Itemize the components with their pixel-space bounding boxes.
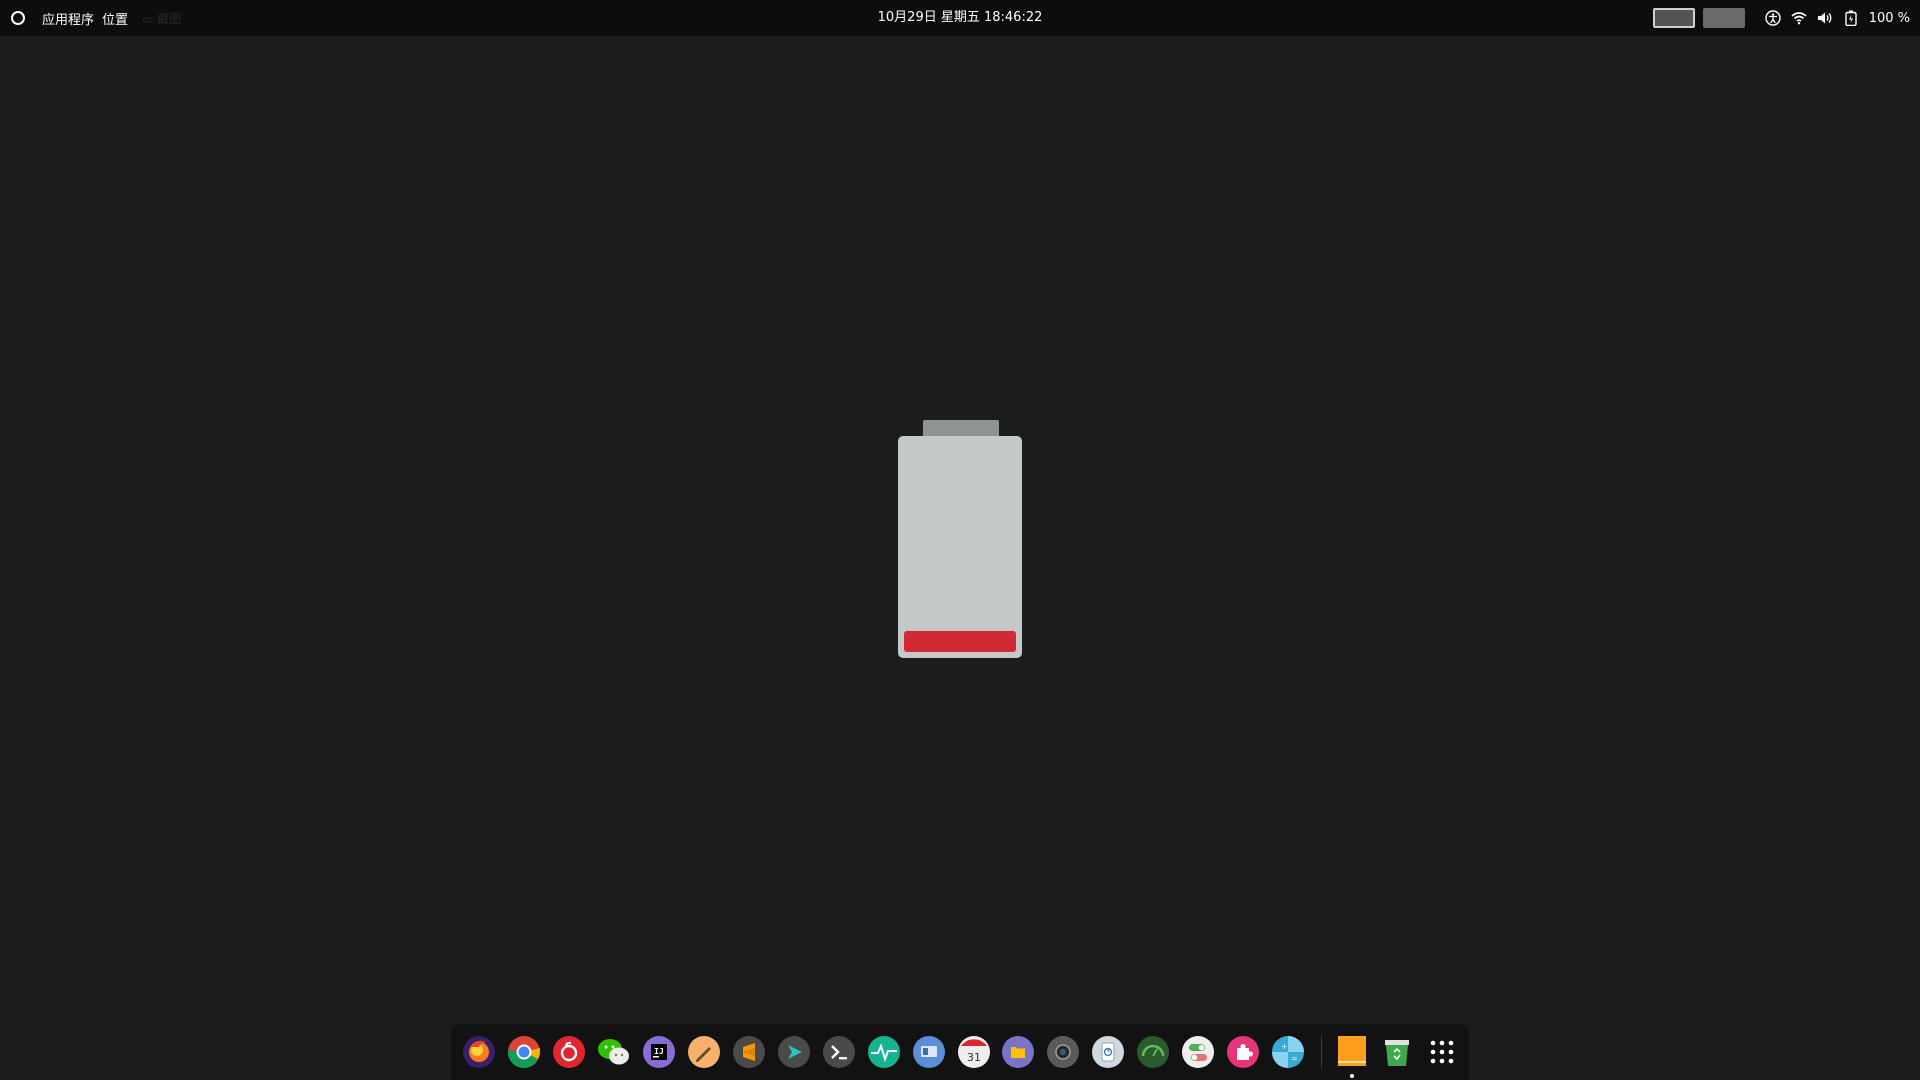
puzzle-icon[interactable]: [1225, 1034, 1261, 1070]
netease-music-icon[interactable]: [551, 1034, 587, 1070]
dock-separator: [1321, 1035, 1323, 1069]
workspace-2[interactable]: [1702, 8, 1745, 28]
intellij-icon[interactable]: IJ: [641, 1034, 677, 1070]
datetime-clock[interactable]: 10月29日 星期五 18:46:22: [878, 10, 1043, 25]
remote-desktop-icon[interactable]: [911, 1034, 947, 1070]
battery-percent-label[interactable]: 100 %: [1869, 11, 1910, 26]
top-bar: 应用程序 位置 ▭ 截图 10月29日 星期五 18:46:22 100 %: [0, 0, 1920, 36]
places-menu[interactable]: 位置: [102, 9, 128, 28]
svg-text:31: 31: [967, 1051, 981, 1064]
running-indicator: [1350, 1074, 1355, 1078]
top-bar-left: 应用程序 位置 ▭ 截图: [8, 0, 181, 36]
pulse-icon[interactable]: [866, 1034, 902, 1070]
wifi-icon[interactable]: [1789, 8, 1809, 28]
battery-charge-fill: [904, 631, 1016, 652]
calculator-icon[interactable]: + =: [1270, 1034, 1306, 1070]
system-tray: 100 %: [1652, 0, 1912, 36]
terminal-icon[interactable]: [821, 1034, 857, 1070]
battery-cap: [923, 420, 999, 436]
firefox-icon[interactable]: [461, 1034, 497, 1070]
wechat-icon[interactable]: [596, 1034, 632, 1070]
sublime-icon[interactable]: [731, 1034, 767, 1070]
dock: IJ 31 + =: [451, 1024, 1469, 1080]
battery-indicator: [898, 420, 1022, 660]
volume-icon[interactable]: [1815, 8, 1835, 28]
pencil-icon[interactable]: [686, 1034, 722, 1070]
chrome-icon[interactable]: [506, 1034, 542, 1070]
svg-text:=: =: [1291, 1054, 1298, 1063]
disk-icon[interactable]: [1090, 1034, 1126, 1070]
trash-icon[interactable]: [1379, 1034, 1415, 1070]
folder-icon[interactable]: [1000, 1034, 1036, 1070]
activities-icon[interactable]: [8, 8, 28, 28]
accessibility-icon[interactable]: [1763, 8, 1783, 28]
camera-icon[interactable]: [1045, 1034, 1081, 1070]
gauge-icon[interactable]: [1135, 1034, 1171, 1070]
svg-text:+: +: [1281, 1042, 1288, 1051]
svg-text:IJ: IJ: [654, 1047, 664, 1056]
arrow-icon[interactable]: [776, 1034, 812, 1070]
grid-icon[interactable]: [1424, 1034, 1460, 1070]
calendar-icon[interactable]: 31: [956, 1034, 992, 1070]
workspace-1[interactable]: [1652, 8, 1695, 28]
toggle-icon[interactable]: [1180, 1034, 1216, 1070]
applications-menu[interactable]: 应用程序: [42, 9, 94, 28]
clock-container: 10月29日 星期五 18:46:22: [0, 0, 1920, 36]
battery-body: [898, 436, 1022, 658]
notepad-icon[interactable]: [1334, 1034, 1370, 1078]
screenshot-indicator: ▭ 截图: [142, 11, 182, 26]
battery-status-icon[interactable]: [1841, 8, 1861, 28]
